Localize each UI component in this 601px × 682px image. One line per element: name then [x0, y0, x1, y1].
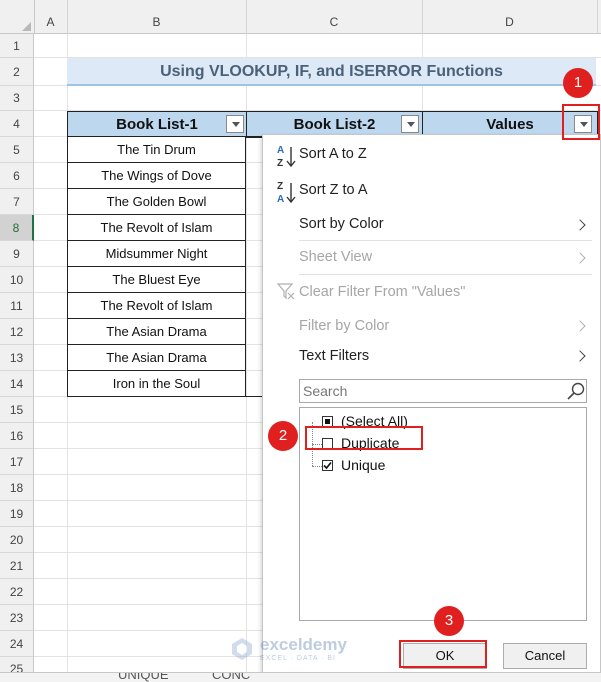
- watermark-name: exceldemy: [260, 635, 347, 654]
- menu-sort-az[interactable]: Sort A to Z: [299, 146, 367, 162]
- header-label: Book List-1: [116, 116, 198, 133]
- step-badge-1: 1: [563, 68, 593, 98]
- sheet-tab[interactable]: UNIQUE: [118, 673, 169, 682]
- svg-text:A: A: [277, 194, 284, 205]
- annotation-highlight-dropdown: [562, 104, 600, 140]
- menu-filter-by-color[interactable]: Filter by Color: [299, 318, 389, 334]
- row-header-9[interactable]: 9: [0, 241, 34, 267]
- column-header-c[interactable]: C: [246, 0, 423, 34]
- table-cell[interactable]: The Bluest Eye: [67, 267, 246, 293]
- table-cell[interactable]: The Golden Bowl: [67, 189, 246, 215]
- chevron-right-icon: [574, 219, 586, 231]
- menu-clear-filter[interactable]: Clear Filter From "Values": [299, 284, 465, 300]
- table-cell[interactable]: The Asian Drama: [67, 319, 246, 345]
- row-header-17[interactable]: 17: [0, 449, 34, 475]
- menu-sort-za[interactable]: Sort Z to A: [299, 182, 368, 198]
- row-header-15[interactable]: 15: [0, 397, 34, 423]
- table-cell[interactable]: The Revolt of Islam: [67, 215, 246, 241]
- search-icon[interactable]: [566, 381, 586, 401]
- column-header-d[interactable]: D: [422, 0, 598, 34]
- row-header-5[interactable]: 5: [0, 137, 34, 163]
- exceldemy-logo-icon: [230, 637, 254, 661]
- row-header-18[interactable]: 18: [0, 475, 34, 501]
- header-book-list-1[interactable]: Book List-1: [67, 111, 247, 137]
- row-header-2[interactable]: 2: [0, 58, 34, 86]
- svg-text:Z: Z: [277, 181, 283, 192]
- menu-separator: [299, 240, 592, 241]
- row-header-3[interactable]: 3: [0, 86, 34, 111]
- column-header-b[interactable]: B: [67, 0, 247, 34]
- chevron-right-icon: [574, 252, 586, 264]
- row-header-8[interactable]: 8: [0, 215, 34, 241]
- row-header-7[interactable]: 7: [0, 189, 34, 215]
- list-item-label: Unique: [341, 457, 386, 473]
- tree-line: [312, 466, 322, 468]
- table-cell[interactable]: Midsummer Night: [67, 241, 246, 267]
- table-cell[interactable]: The Wings of Dove: [67, 163, 246, 189]
- filter-dropdown-book-list-2[interactable]: [401, 115, 419, 133]
- column-header-bar: A B C D: [0, 0, 601, 34]
- sheet-tab[interactable]: CONC: [212, 673, 250, 682]
- row-header-21[interactable]: 21: [0, 553, 34, 579]
- search-input[interactable]: Search: [299, 379, 587, 403]
- row-header-13[interactable]: 13: [0, 345, 34, 371]
- row-header-24[interactable]: 24: [0, 631, 34, 657]
- table-cell[interactable]: The Revolt of Islam: [67, 293, 246, 319]
- row-header-6[interactable]: 6: [0, 163, 34, 189]
- watermark: exceldemy EXCEL · DATA · BI: [230, 633, 380, 667]
- row-header-4[interactable]: 4: [0, 111, 34, 137]
- menu-separator: [299, 274, 592, 275]
- svg-text:Z: Z: [277, 158, 283, 169]
- chevron-right-icon: [574, 350, 586, 362]
- row-header-19[interactable]: 19: [0, 501, 34, 527]
- row-header-1[interactable]: 1: [0, 34, 34, 58]
- menu-sort-by-color[interactable]: Sort by Color: [299, 216, 384, 232]
- table-col2-edge: [246, 137, 263, 397]
- menu-sheet-view[interactable]: Sheet View: [299, 249, 372, 265]
- row-header-14[interactable]: 14: [0, 371, 34, 397]
- watermark-tagline: EXCEL · DATA · BI: [260, 655, 336, 662]
- row-header-22[interactable]: 22: [0, 579, 34, 605]
- filter-dropdown-book-list-1[interactable]: [226, 115, 244, 133]
- select-all-corner[interactable]: [0, 0, 35, 34]
- sheet-tab-bar: UNIQUE CONC: [0, 672, 601, 682]
- unique-checkbox[interactable]: [322, 460, 333, 471]
- clear-filter-icon: [276, 281, 296, 301]
- sort-az-icon: A Z: [275, 143, 297, 169]
- svg-text:A: A: [277, 145, 284, 156]
- row-header-11[interactable]: 11: [0, 293, 34, 319]
- row-header-12[interactable]: 12: [0, 319, 34, 345]
- annotation-highlight-duplicate: [305, 426, 423, 450]
- header-label: Book List-2: [293, 116, 376, 133]
- column-header-a[interactable]: A: [34, 0, 68, 34]
- step-badge-2: 2: [268, 421, 298, 451]
- step-badge-3: 3: [434, 606, 464, 636]
- table-cell[interactable]: The Asian Drama: [67, 345, 246, 371]
- row-header-23[interactable]: 23: [0, 605, 34, 631]
- cancel-button[interactable]: Cancel: [503, 643, 587, 669]
- sort-za-icon: Z A: [275, 179, 297, 205]
- autofilter-menu: A Z Sort A to Z Z A Sort Z to A Sort by …: [262, 134, 601, 674]
- row-header-10[interactable]: 10: [0, 267, 34, 293]
- row-header-20[interactable]: 20: [0, 527, 34, 553]
- header-label: Values: [486, 116, 534, 133]
- table-cell[interactable]: The Tin Drum: [67, 137, 246, 163]
- menu-text-filters[interactable]: Text Filters: [299, 348, 369, 364]
- annotation-highlight-ok: [399, 640, 487, 668]
- row-header-16[interactable]: 16: [0, 423, 34, 449]
- table-cell[interactable]: Iron in the Soul: [67, 371, 246, 397]
- chevron-right-icon: [574, 320, 586, 332]
- sheet-title: Using VLOOKUP, IF, and ISERROR Functions: [67, 58, 596, 86]
